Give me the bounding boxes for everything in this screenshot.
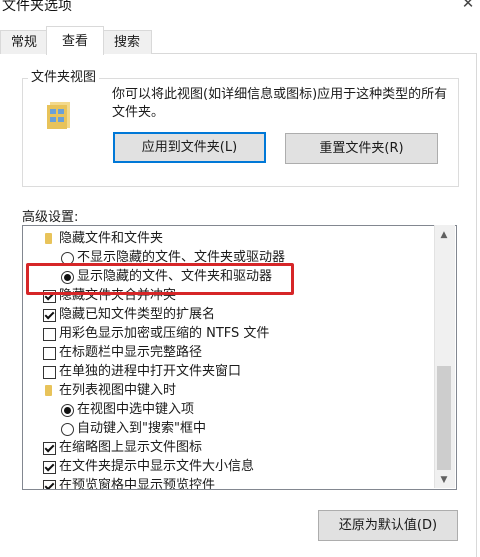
reset-folders-button[interactable]: 重置文件夹(R) <box>285 133 438 164</box>
checkbox[interactable] <box>43 442 56 455</box>
restore-defaults-button[interactable]: 还原为默认值(D) <box>318 510 458 541</box>
checkbox[interactable] <box>43 309 56 322</box>
checkbox[interactable] <box>43 461 56 474</box>
settings-list-item[interactable]: 在视图中选中键入项 <box>23 401 433 419</box>
scroll-down-arrow-icon[interactable]: ▼ <box>437 474 451 486</box>
close-icon[interactable]: ✕ <box>458 0 478 12</box>
settings-item-label: 隐藏文件和文件夹 <box>59 231 164 246</box>
settings-item-label: 在列表视图中键入时 <box>59 383 177 398</box>
settings-item-label: 在标题栏中显示完整路径 <box>59 345 203 360</box>
apply-to-folders-button[interactable]: 应用到文件夹(L) <box>113 132 266 163</box>
checkbox[interactable] <box>43 366 56 379</box>
checkbox[interactable] <box>43 480 56 489</box>
settings-item-label: 隐藏已知文件类型的扩展名 <box>59 307 216 322</box>
settings-item-label: 在缩略图上显示文件图标 <box>59 440 203 455</box>
settings-item-label: 在单独的进程中打开文件夹窗口 <box>59 364 242 379</box>
highlight-annotation <box>26 263 294 295</box>
radio-button[interactable] <box>61 423 74 436</box>
settings-list-item[interactable]: 在文件夹提示中显示文件大小信息 <box>23 458 433 476</box>
checkbox[interactable] <box>43 347 56 360</box>
settings-list-item: 隐藏文件和文件夹 <box>23 230 433 248</box>
folder-views-icon <box>47 102 70 129</box>
settings-item-label: 在文件夹提示中显示文件大小信息 <box>59 459 255 474</box>
settings-list-item[interactable]: 隐藏已知文件类型的扩展名 <box>23 306 433 324</box>
folder-icon <box>45 233 52 244</box>
tab-search[interactable]: 搜索 <box>102 30 152 54</box>
settings-item-label: 在预览窗格中显示预览控件 <box>59 478 216 490</box>
settings-list-item[interactable]: 在预览窗格中显示预览控件 <box>23 477 433 490</box>
settings-item-label: 在视图中选中键入项 <box>77 402 195 417</box>
tab-view[interactable]: 查看 <box>46 26 104 55</box>
settings-item-label: 用彩色显示加密或压缩的 NTFS 文件 <box>59 326 270 341</box>
folder-icon <box>45 385 52 396</box>
settings-list-item[interactable]: 自动键入到"搜索"框中 <box>23 420 433 438</box>
settings-list-item[interactable]: 在单独的进程中打开文件夹窗口 <box>23 363 433 381</box>
settings-list-item[interactable]: 在缩略图上显示文件图标 <box>23 439 433 457</box>
settings-list-item[interactable]: 在标题栏中显示完整路径 <box>23 344 433 362</box>
folder-view-group-title: 文件夹视图 <box>28 66 100 85</box>
checkbox[interactable] <box>43 328 56 341</box>
tab-general[interactable]: 常规 <box>0 30 48 54</box>
settings-item-label: 自动键入到"搜索"框中 <box>77 421 206 436</box>
radio-button[interactable] <box>61 404 74 417</box>
scroll-thumb[interactable] <box>437 366 451 470</box>
folder-view-description: 你可以将此视图(如详细信息或图标)应用于这种类型的所有文件夹。 <box>112 87 448 120</box>
window-title: 文件夹选项 <box>2 0 72 14</box>
scroll-up-arrow-icon[interactable]: ▲ <box>437 229 451 241</box>
settings-list-item: 在列表视图中键入时 <box>23 382 433 400</box>
advanced-settings-label: 高级设置: <box>22 210 79 225</box>
settings-list-item[interactable]: 用彩色显示加密或压缩的 NTFS 文件 <box>23 325 433 343</box>
